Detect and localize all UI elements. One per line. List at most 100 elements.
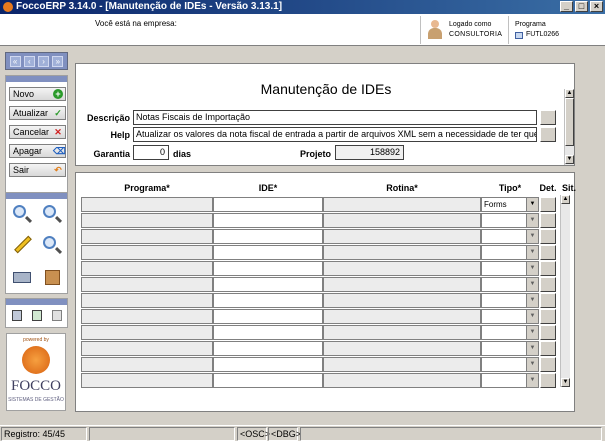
programa-cell[interactable] [81, 261, 213, 276]
programa-cell[interactable] [81, 325, 213, 340]
scroll-up-icon[interactable]: ▲ [565, 89, 574, 98]
programa-cell[interactable] [81, 341, 213, 356]
rotina-cell[interactable] [323, 373, 481, 388]
programa-cell[interactable] [81, 245, 213, 260]
chevron-down-icon[interactable]: ▼ [526, 246, 538, 259]
scroll-thumb[interactable] [565, 98, 574, 146]
ide-cell[interactable] [213, 197, 323, 212]
detail-button[interactable] [540, 261, 556, 276]
tipo-select[interactable]: ▼ [481, 213, 539, 228]
rotina-cell[interactable] [323, 309, 481, 324]
descricao-lookup-button[interactable] [540, 110, 556, 125]
tipo-select[interactable]: Forms ▼ [481, 197, 539, 212]
chevron-down-icon[interactable]: ▼ [526, 310, 538, 323]
grid-scroll-down-icon[interactable]: ▼ [561, 378, 570, 387]
detail-button[interactable] [540, 357, 556, 372]
sair-button[interactable]: Sair ↶ [9, 163, 66, 177]
rotina-cell[interactable] [323, 229, 481, 244]
ide-cell[interactable] [213, 309, 323, 324]
programa-cell[interactable] [81, 213, 213, 228]
rotina-cell[interactable] [323, 197, 481, 212]
ide-cell[interactable] [213, 245, 323, 260]
tipo-select[interactable]: ▼ [481, 373, 539, 388]
descricao-field[interactable]: Notas Fiscais de Importação [133, 110, 537, 125]
scroll-down-icon[interactable]: ▼ [565, 155, 574, 164]
chevron-down-icon[interactable]: ▼ [526, 358, 538, 371]
detail-button[interactable] [540, 341, 556, 356]
detail-button[interactable] [540, 309, 556, 324]
ide-cell[interactable] [213, 229, 323, 244]
detail-button[interactable] [540, 325, 556, 340]
grid-scroll-up-icon[interactable]: ▲ [561, 195, 570, 204]
minimize-button[interactable]: _ [560, 1, 573, 12]
chevron-down-icon[interactable]: ▼ [526, 262, 538, 275]
programa-cell[interactable] [81, 229, 213, 244]
detail-button[interactable] [540, 229, 556, 244]
chevron-down-icon[interactable]: ▼ [526, 294, 538, 307]
rotina-cell[interactable] [323, 293, 481, 308]
chevron-down-icon[interactable]: ▼ [526, 278, 538, 291]
detail-button[interactable] [540, 213, 556, 228]
ide-cell[interactable] [213, 293, 323, 308]
ide-cell[interactable] [213, 373, 323, 388]
last-record-button[interactable]: » [52, 55, 64, 67]
close-button[interactable]: × [590, 1, 603, 12]
chevron-down-icon[interactable]: ▼ [526, 198, 538, 211]
tipo-select[interactable]: ▼ [481, 309, 539, 324]
novo-button[interactable]: Novo + [9, 87, 66, 101]
export-icon[interactable] [32, 310, 42, 321]
package-icon[interactable] [40, 265, 64, 289]
rotina-cell[interactable] [323, 357, 481, 372]
zoom-icon[interactable] [40, 233, 64, 257]
tipo-select[interactable]: ▼ [481, 357, 539, 372]
tipo-select[interactable]: ▼ [481, 261, 539, 276]
chevron-down-icon[interactable]: ▼ [526, 342, 538, 355]
tipo-select[interactable]: ▼ [481, 293, 539, 308]
tipo-select[interactable]: ▼ [481, 245, 539, 260]
detail-button[interactable] [540, 373, 556, 388]
calculator-icon[interactable] [12, 310, 22, 321]
ide-cell[interactable] [213, 341, 323, 356]
rotina-cell[interactable] [323, 341, 481, 356]
projeto-field[interactable]: 158892 [335, 145, 404, 160]
search-icon[interactable] [10, 202, 34, 226]
ide-cell[interactable] [213, 357, 323, 372]
chevron-down-icon[interactable]: ▼ [526, 214, 538, 227]
tipo-select[interactable]: ▼ [481, 325, 539, 340]
help-expand-button[interactable] [540, 127, 556, 142]
programa-cell[interactable] [81, 293, 213, 308]
next-record-button[interactable]: › [38, 55, 50, 67]
maximize-button[interactable]: □ [575, 1, 588, 12]
programa-cell[interactable] [81, 373, 213, 388]
apagar-button[interactable]: Apagar ⌫ [9, 144, 66, 158]
chevron-down-icon[interactable]: ▼ [526, 326, 538, 339]
cursor-icon[interactable] [52, 310, 62, 321]
tipo-select[interactable]: ▼ [481, 341, 539, 356]
tipo-select[interactable]: ▼ [481, 277, 539, 292]
cancelar-button[interactable]: Cancelar ✕ [9, 125, 66, 139]
form-scrollbar[interactable]: ▲ ▼ [564, 89, 574, 165]
ide-cell[interactable] [213, 213, 323, 228]
grid-scrollbar[interactable]: ▲ ▼ [560, 195, 570, 387]
chevron-down-icon[interactable]: ▼ [526, 374, 538, 387]
programa-cell[interactable] [81, 357, 213, 372]
programa-cell[interactable] [81, 197, 213, 212]
search-all-icon[interactable] [40, 202, 64, 226]
tipo-select[interactable]: ▼ [481, 229, 539, 244]
chevron-down-icon[interactable]: ▼ [526, 230, 538, 243]
first-record-button[interactable]: « [9, 55, 21, 67]
help-field[interactable]: Atualizar os valores da nota fiscal de e… [133, 127, 537, 142]
programa-cell[interactable] [81, 277, 213, 292]
rotina-cell[interactable] [323, 261, 481, 276]
detail-button[interactable] [540, 197, 556, 212]
rotina-cell[interactable] [323, 325, 481, 340]
detail-button[interactable] [540, 277, 556, 292]
rotina-cell[interactable] [323, 213, 481, 228]
rotina-cell[interactable] [323, 277, 481, 292]
ide-cell[interactable] [213, 277, 323, 292]
programa-cell[interactable] [81, 309, 213, 324]
edit-icon[interactable] [10, 233, 34, 257]
detail-button[interactable] [540, 293, 556, 308]
detail-button[interactable] [540, 245, 556, 260]
ide-cell[interactable] [213, 325, 323, 340]
